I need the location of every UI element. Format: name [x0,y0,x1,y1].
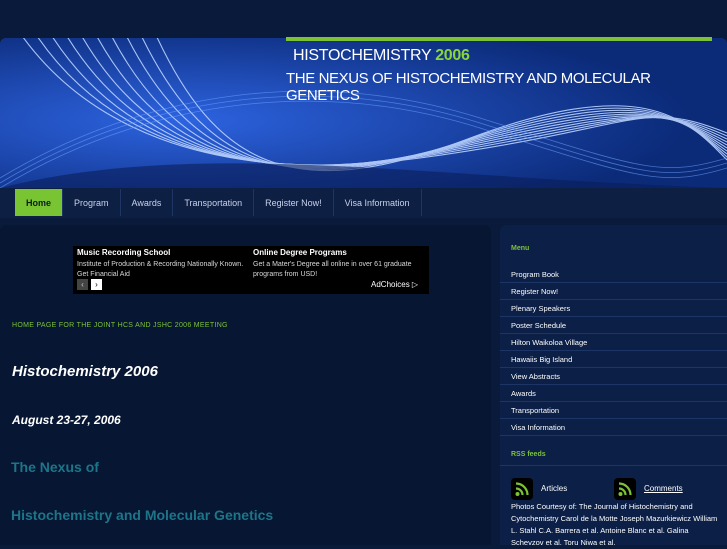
header-accent-rule [286,37,712,41]
page-heading: Histochemistry 2006 [12,363,158,380]
sidebar-item-awards[interactable]: Awards [500,385,727,402]
rss-heading: RSS feeds [511,451,546,458]
ad-title[interactable]: Music Recording School [77,248,247,257]
sidebar-menu: Program Book Register Now! Plenary Speak… [500,266,727,436]
page-tagline: HOME PAGE FOR THE JOINT HCS AND JSHC 200… [12,322,228,329]
rss-comments-link[interactable]: Comments [644,484,683,493]
ad-text: Institute of Production & Recording Nati… [77,261,244,278]
nav-register[interactable]: Register Now! [254,189,334,216]
site-title: HISTOCHEMISTRY 2006 [293,47,470,64]
main-nav: Home Program Awards Transportation Regis… [15,189,422,216]
ad-prev-button[interactable]: ‹ [77,279,88,290]
nav-home[interactable]: Home [15,189,64,216]
sidebar-item-abstracts[interactable]: View Abstracts [500,368,727,385]
event-dates: August 23-27, 2006 [12,413,121,427]
sidebar-item-visa[interactable]: Visa Information [500,419,727,436]
nav-visa[interactable]: Visa Information [334,189,422,216]
sidebar-item-big-island[interactable]: Hawaiis Big Island [500,351,727,368]
theme-heading-line2: Histochemistry and Molecular Genetics [11,507,274,523]
ad-text: Get a Mater's Degree all online in over … [253,261,412,278]
theme-heading-line1: The Nexus of [11,459,99,475]
sidebar-item-plenary-speakers[interactable]: Plenary Speakers [500,300,727,317]
rss-articles-link[interactable]: Articles [541,484,567,493]
rss-icon[interactable] [614,478,636,500]
sidebar-item-program-book[interactable]: Program Book [500,266,727,283]
sidebar-item-register[interactable]: Register Now! [500,283,727,300]
sidebar-item-hilton[interactable]: Hilton Waikoloa Village [500,334,727,351]
rss-icon[interactable] [511,478,533,500]
adchoices-link[interactable]: AdChoices ▷ [371,280,418,289]
ad-banner[interactable]: Music Recording School Institute of Prod… [73,246,429,294]
ad-title[interactable]: Online Degree Programs [253,248,413,257]
nav-transportation[interactable]: Transportation [173,189,255,216]
ad-item[interactable]: Online Degree Programs Get a Mater's Deg… [253,248,413,280]
menu-heading: Menu [511,245,530,252]
ad-item[interactable]: Music Recording School Institute of Prod… [77,248,247,280]
nav-awards[interactable]: Awards [121,189,174,216]
photo-credit: Photos Courtesy of: The Journal of Histo… [511,502,718,547]
sidebar-item-poster-schedule[interactable]: Poster Schedule [500,317,727,334]
sidebar-item-transportation[interactable]: Transportation [500,402,727,419]
divider [500,465,727,466]
ad-next-button[interactable]: › [91,279,102,290]
nav-program[interactable]: Program [63,189,121,216]
site-subtitle: THE NEXUS OF HISTOCHEMISTRY AND MOLECULA… [286,70,651,104]
